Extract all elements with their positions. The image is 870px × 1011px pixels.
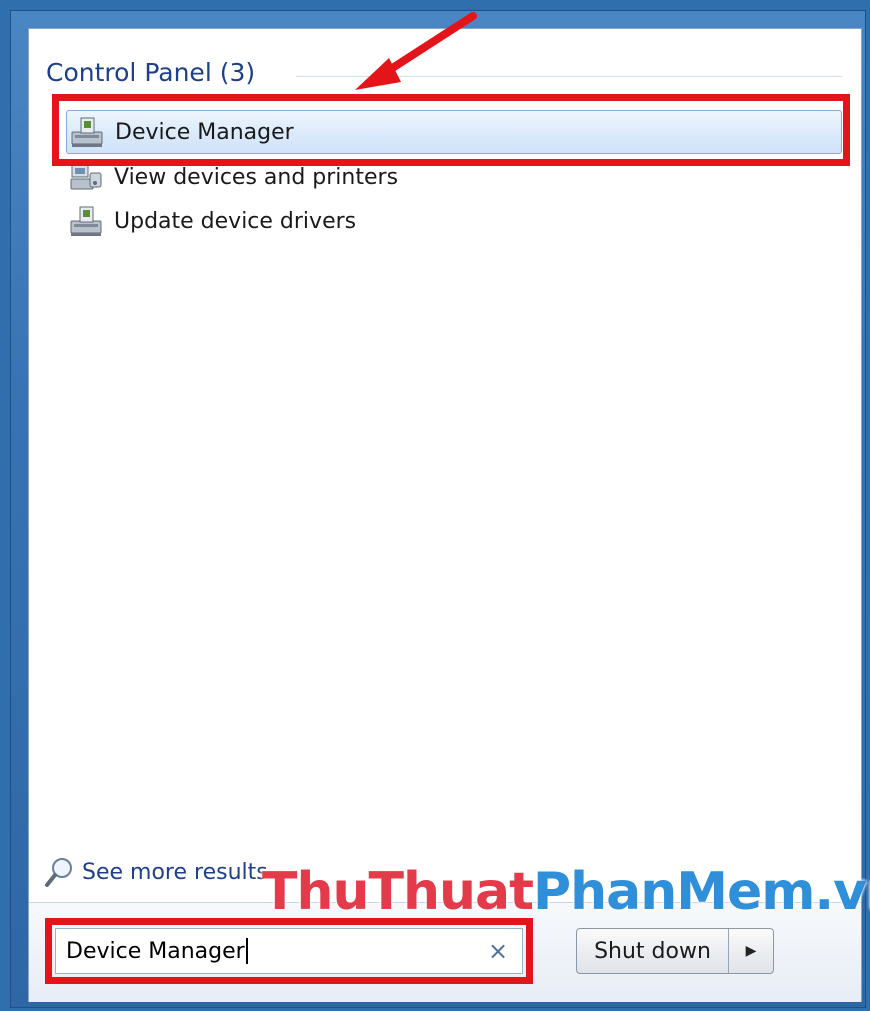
shutdown-button-group: Shut down ▶ — [576, 928, 774, 974]
watermark-logo: ThuThuatPhanMem.vn — [262, 862, 870, 922]
result-label: Update device drivers — [114, 208, 357, 234]
watermark-part1: ThuThuat — [262, 862, 534, 922]
control-panel-group-header[interactable]: Control Panel (3) — [46, 58, 255, 87]
shutdown-button[interactable]: Shut down — [577, 929, 729, 973]
annotation-arrow-icon — [355, 12, 477, 90]
result-label: View devices and printers — [114, 164, 399, 190]
device-manager-icon — [70, 206, 102, 236]
see-more-results-link[interactable]: See more results — [44, 852, 268, 892]
highlight-box-search — [45, 918, 533, 984]
result-update-device-drivers[interactable]: Update device drivers — [66, 199, 842, 243]
shutdown-options-arrow-icon[interactable]: ▶ — [729, 929, 773, 973]
magnifier-icon — [45, 858, 72, 887]
watermark-part2: PhanMem.vn — [532, 862, 870, 922]
see-more-label: See more results — [82, 859, 268, 885]
highlight-box-device-manager — [52, 94, 850, 166]
